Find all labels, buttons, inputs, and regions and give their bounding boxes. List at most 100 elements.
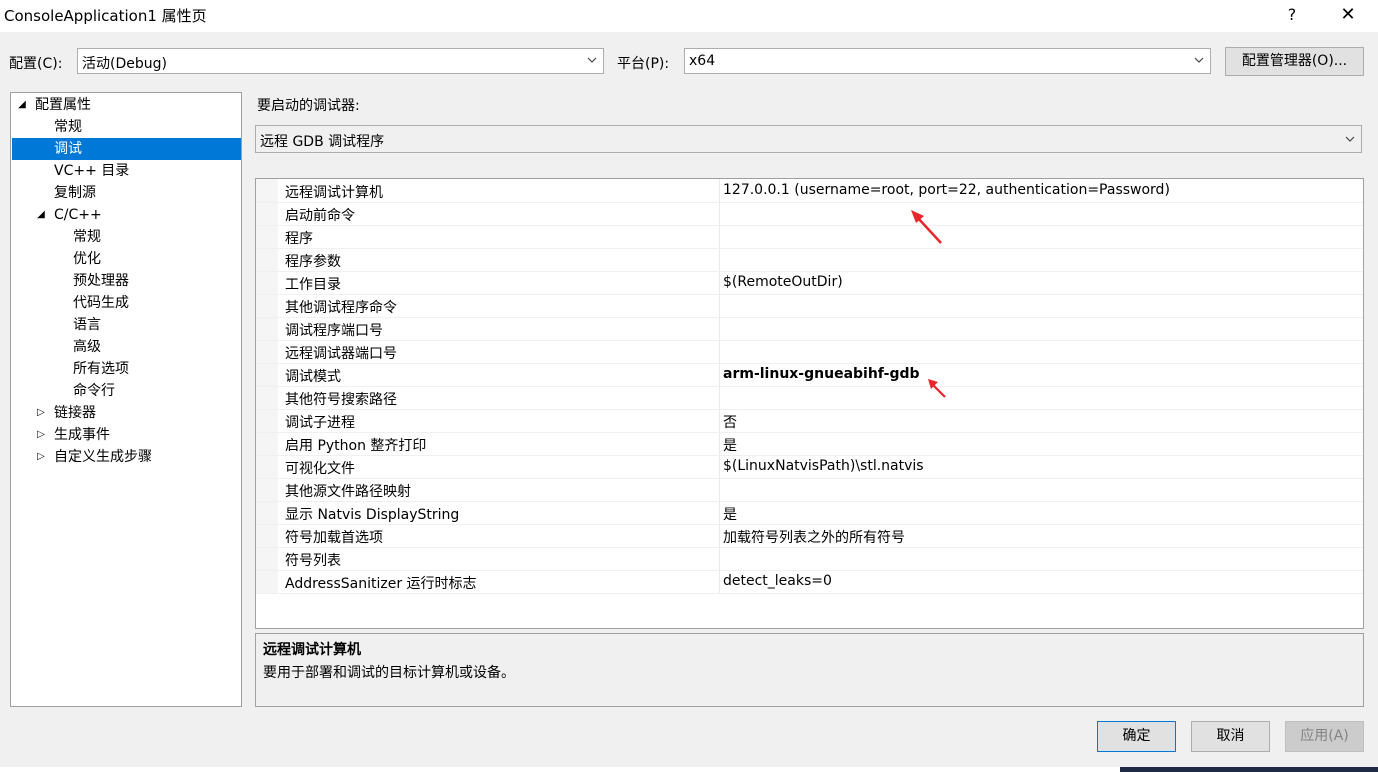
tree-item[interactable]: ▷ 生成事件 bbox=[12, 424, 241, 446]
property-row[interactable]: 其他符号搜索路径 bbox=[256, 386, 1363, 410]
config-combo[interactable]: 活动(Debug) bbox=[77, 48, 604, 74]
platform-label: 平台(P): bbox=[617, 56, 670, 72]
platform-combo[interactable]: x64 bbox=[684, 48, 1211, 74]
property-row[interactable]: 调试程序端口号 bbox=[256, 317, 1363, 341]
window-title: ConsoleApplication1 属性页 bbox=[4, 7, 207, 25]
expand-arrow-icon[interactable]: ▷ bbox=[35, 402, 47, 424]
property-name: AddressSanitizer 运行时标志 bbox=[285, 576, 477, 592]
property-name: 调试子进程 bbox=[285, 415, 355, 431]
property-row[interactable]: 符号加载首选项 加载符号列表之外的所有符号 bbox=[256, 524, 1363, 548]
property-value[interactable]: detect_leaks=0 bbox=[723, 573, 832, 589]
property-name: 调试模式 bbox=[285, 369, 341, 385]
tree-item[interactable]: ▷ 链接器 bbox=[12, 402, 241, 424]
tree-item[interactable]: VC++ 目录 bbox=[12, 160, 241, 182]
tree-item[interactable]: 优化 bbox=[12, 248, 241, 270]
config-manager-button[interactable]: 配置管理器(O)... bbox=[1225, 47, 1364, 76]
cancel-button-label: 取消 bbox=[1216, 728, 1245, 744]
property-row[interactable]: 程序 bbox=[256, 225, 1363, 249]
property-row[interactable]: 符号列表 bbox=[256, 547, 1363, 571]
annotation-arrow-icon bbox=[911, 210, 942, 244]
property-row[interactable]: 工作目录 $(RemoteOutDir) bbox=[256, 271, 1363, 295]
property-name: 程序 bbox=[285, 231, 313, 247]
apply-button-label: 应用(A) bbox=[1300, 728, 1349, 744]
description-text: 要用于部署和调试的目标计算机或设备。 bbox=[263, 665, 515, 681]
tree-item[interactable]: ◢ 配置属性 bbox=[12, 94, 241, 116]
property-row[interactable]: 可视化文件 $(LinuxNatvisPath)\stl.natvis bbox=[256, 455, 1363, 479]
tree-item-label: 高级 bbox=[73, 339, 101, 355]
tree-item-label: C/C++ bbox=[54, 207, 102, 223]
description-panel: 远程调试计算机 要用于部署和调试的目标计算机或设备。 bbox=[255, 633, 1364, 707]
debugger-combo-value: 远程 GDB 调试程序 bbox=[260, 134, 385, 150]
chevron-down-icon bbox=[1194, 57, 1204, 63]
platform-combo-value: x64 bbox=[689, 53, 716, 69]
property-value[interactable]: 加载符号列表之外的所有符号 bbox=[723, 527, 905, 547]
property-name: 启用 Python 整齐打印 bbox=[285, 438, 427, 454]
property-value[interactable]: 否 bbox=[723, 412, 737, 432]
expand-arrow-icon[interactable]: ▷ bbox=[35, 424, 47, 446]
property-name: 远程调试器端口号 bbox=[285, 346, 397, 362]
title-bar: ConsoleApplication1 属性页 ? ✕ bbox=[0, 0, 1378, 32]
property-name: 其他符号搜索路径 bbox=[285, 392, 397, 408]
property-row[interactable]: 其他调试程序命令 bbox=[256, 294, 1363, 318]
property-row[interactable]: 调试模式 arm-linux-gnueabihf-gdb bbox=[256, 363, 1363, 387]
tree-item[interactable]: 预处理器 bbox=[12, 270, 241, 292]
property-row[interactable]: 其他源文件路径映射 bbox=[256, 478, 1363, 502]
ok-button[interactable]: 确定 bbox=[1097, 721, 1176, 752]
property-name: 远程调试计算机 bbox=[285, 185, 383, 201]
tree-item[interactable]: 语言 bbox=[12, 314, 241, 336]
chevron-down-icon bbox=[1345, 136, 1355, 142]
collapse-arrow-icon[interactable]: ◢ bbox=[16, 94, 28, 116]
collapse-arrow-icon[interactable]: ◢ bbox=[35, 204, 47, 226]
property-grid[interactable]: 远程调试计算机 127.0.0.1 (username=root, port=22… bbox=[255, 178, 1364, 629]
tree-item-label: 代码生成 bbox=[73, 295, 129, 311]
tree-item[interactable]: 高级 bbox=[12, 336, 241, 358]
taskbar-strip-dark bbox=[1120, 767, 1378, 772]
tree-item[interactable]: 常规 bbox=[12, 226, 241, 248]
config-label: 配置(C): bbox=[9, 56, 63, 72]
tree-item[interactable]: 所有选项 bbox=[12, 358, 241, 380]
property-value[interactable]: 是 bbox=[723, 504, 737, 524]
annotation-arrow-icon bbox=[928, 379, 946, 398]
tree-item[interactable]: 复制源 bbox=[12, 182, 241, 204]
chevron-down-icon bbox=[587, 57, 597, 63]
property-value[interactable]: $(RemoteOutDir) bbox=[723, 274, 843, 290]
expand-arrow-icon[interactable]: ▷ bbox=[35, 446, 47, 468]
tree-item-label: 调试 bbox=[54, 141, 82, 157]
property-value[interactable]: 是 bbox=[723, 435, 737, 455]
property-row[interactable]: 调试子进程 否 bbox=[256, 409, 1363, 433]
ok-button-label: 确定 bbox=[1122, 728, 1151, 744]
debugger-combo[interactable]: 远程 GDB 调试程序 bbox=[255, 125, 1362, 153]
tree-item[interactable]: 常规 bbox=[12, 116, 241, 138]
tree-item[interactable]: 命令行 bbox=[12, 380, 241, 402]
property-name: 启动前命令 bbox=[285, 208, 355, 224]
property-row[interactable]: 显示 Natvis DisplayString 是 bbox=[256, 501, 1363, 525]
property-tree[interactable]: ◢ 配置属性 常规 调试 VC++ 目录 复制源 ◢ C/C++ 常规 优化 预处理器 代码生成 语言高… bbox=[10, 92, 242, 707]
help-button[interactable]: ? bbox=[1278, 3, 1306, 27]
tree-item[interactable]: ◢ C/C++ bbox=[12, 204, 241, 226]
property-row[interactable]: 启用 Python 整齐打印 是 bbox=[256, 432, 1363, 456]
cancel-button[interactable]: 取消 bbox=[1191, 721, 1270, 752]
tree-item-label: 语言 bbox=[73, 317, 101, 333]
property-name: 其他调试程序命令 bbox=[285, 300, 397, 316]
tree-item[interactable]: ▷ 自定义生成步骤 bbox=[12, 446, 241, 468]
tree-item-label: 命令行 bbox=[73, 383, 115, 399]
tree-item-label: 链接器 bbox=[54, 405, 96, 421]
tree-item-label: 所有选项 bbox=[73, 361, 129, 377]
tree-item-label: 优化 bbox=[73, 251, 101, 267]
property-row[interactable]: 程序参数 bbox=[256, 248, 1363, 272]
description-title: 远程调试计算机 bbox=[263, 642, 361, 658]
property-row[interactable]: 远程调试器端口号 bbox=[256, 340, 1363, 364]
property-value[interactable]: $(LinuxNatvisPath)\stl.natvis bbox=[723, 458, 924, 474]
property-value[interactable]: 127.0.0.1 (username=root, port=22, authe… bbox=[723, 182, 1170, 198]
apply-button[interactable]: 应用(A) bbox=[1285, 721, 1364, 752]
property-row[interactable]: 启动前命令 bbox=[256, 202, 1363, 226]
tree-item[interactable]: 调试 bbox=[12, 138, 241, 160]
property-name: 调试程序端口号 bbox=[285, 323, 383, 339]
property-value[interactable]: arm-linux-gnueabihf-gdb bbox=[723, 366, 920, 382]
debugger-label: 要启动的调试器: bbox=[257, 98, 360, 114]
property-row[interactable]: 远程调试计算机 127.0.0.1 (username=root, port=22… bbox=[256, 179, 1363, 203]
tree-item[interactable]: 代码生成 bbox=[12, 292, 241, 314]
property-name: 符号加载首选项 bbox=[285, 530, 383, 546]
property-row[interactable]: AddressSanitizer 运行时标志 detect_leaks=0 bbox=[256, 570, 1363, 594]
close-button[interactable]: ✕ bbox=[1334, 3, 1362, 27]
